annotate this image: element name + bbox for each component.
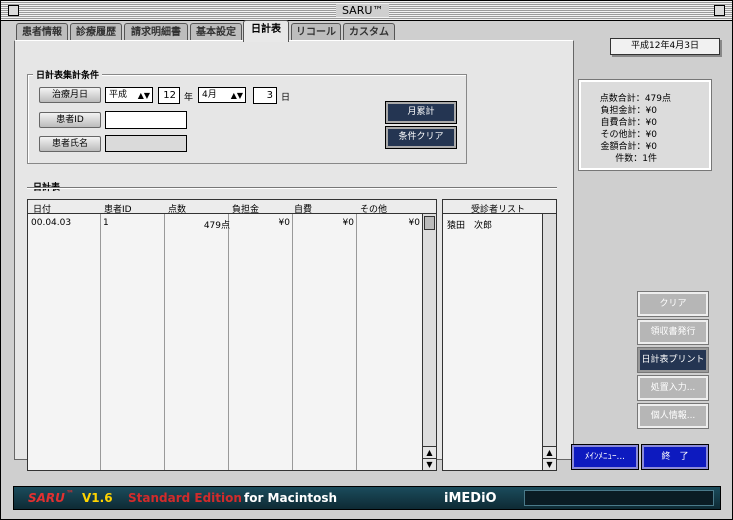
row-self-pay: ¥0 bbox=[342, 218, 354, 228]
tab-basic-settings[interactable]: 基本設定 bbox=[190, 23, 242, 41]
personal-info-button[interactable]: 個人情報... bbox=[637, 403, 709, 429]
tab-custom[interactable]: カスタム bbox=[343, 23, 395, 41]
footer-banner: SARU ™ V1.6 Standard Edition for Macinto… bbox=[13, 486, 721, 510]
scroll-up-icon[interactable]: ▲ bbox=[543, 446, 556, 458]
app-window: SARU™ 患者情報 診療履歴 請求明細書 基本設定 日計表 リコール カスタム… bbox=[0, 0, 733, 520]
row-patient-id: 1 bbox=[103, 218, 109, 228]
tab-patient-info[interactable]: 患者情報 bbox=[16, 23, 68, 41]
summary-panel: 点数合計：479点 負担金計：¥0 自費合計：¥0 その他計：¥0 金額合計：¥… bbox=[578, 79, 712, 171]
clear-conditions-button[interactable]: 条件クリア bbox=[385, 126, 457, 149]
tab-treatment-history[interactable]: 診療履歴 bbox=[70, 23, 122, 41]
updown-arrow-icon: ▲▼ bbox=[230, 91, 243, 100]
platform-text: for Macintosh bbox=[244, 491, 338, 505]
col-header-patient-id: 患者ID bbox=[104, 205, 132, 215]
daily-report-table[interactable]: 日付 患者ID 点数 負担金 自費 その他 00.04.03 1 479点 ¥0… bbox=[27, 199, 437, 471]
patient-name-button[interactable]: 患者氏名 bbox=[39, 136, 101, 152]
list-item[interactable]: 猿田 次郎 bbox=[447, 218, 492, 231]
patient-name-input[interactable] bbox=[105, 135, 187, 152]
patient-list[interactable]: 受診者リスト 猿田 次郎 ▲ ▼ bbox=[442, 199, 557, 471]
version-text: V1.6 bbox=[82, 491, 113, 505]
scroll-down-icon[interactable]: ▼ bbox=[423, 458, 436, 470]
close-box[interactable] bbox=[8, 5, 19, 16]
clear-button[interactable]: クリア bbox=[637, 291, 709, 317]
trademark-mark: ™ bbox=[66, 489, 74, 498]
criteria-group-label: 日計表集計条件 bbox=[33, 68, 103, 81]
col-header-points: 点数 bbox=[168, 205, 187, 215]
patient-list-header: 受診者リスト bbox=[443, 200, 556, 215]
edition-text: Standard Edition bbox=[128, 491, 242, 505]
era-select[interactable]: 平成 ▲▼ bbox=[105, 87, 153, 103]
month-select[interactable]: 4月 ▲▼ bbox=[198, 87, 246, 103]
zoom-box[interactable] bbox=[714, 5, 725, 16]
current-date-button[interactable]: 平成12年4月3日 bbox=[610, 38, 720, 55]
product-logo: SARU bbox=[28, 491, 65, 505]
print-daily-report-button[interactable]: 日計表プリント bbox=[637, 347, 709, 373]
year-field[interactable]: 12 bbox=[158, 87, 180, 104]
table-header: 日付 患者ID 点数 負担金 自費 その他 bbox=[28, 200, 436, 215]
day-field[interactable]: 3 bbox=[253, 87, 277, 104]
brand-logo: iMEDiO bbox=[444, 491, 497, 506]
column-divider bbox=[228, 214, 229, 470]
era-select-value: 平成 bbox=[109, 90, 128, 100]
col-header-self-pay: 自費 bbox=[294, 205, 313, 215]
column-divider bbox=[292, 214, 293, 470]
col-header-date: 日付 bbox=[33, 205, 52, 215]
window-title: SARU™ bbox=[336, 4, 390, 17]
receipt-button[interactable]: 領収書発行 bbox=[637, 319, 709, 345]
tab-daily-report[interactable]: 日計表 bbox=[243, 20, 289, 42]
table-scrollbar[interactable]: ▲ ▼ bbox=[422, 214, 436, 470]
status-slot bbox=[524, 490, 714, 506]
section-divider bbox=[27, 187, 557, 189]
patient-id-input[interactable] bbox=[105, 111, 187, 129]
day-unit-label: 日 bbox=[281, 93, 291, 103]
column-divider bbox=[356, 214, 357, 470]
column-divider bbox=[100, 214, 101, 470]
column-divider bbox=[164, 214, 165, 470]
scroll-up-icon[interactable]: ▲ bbox=[423, 446, 436, 458]
scroll-down-icon[interactable]: ▼ bbox=[543, 458, 556, 470]
patient-list-title: 受診者リスト bbox=[471, 205, 526, 215]
list-scrollbar[interactable]: ▲ ▼ bbox=[542, 214, 556, 470]
row-copay: ¥0 bbox=[278, 218, 290, 228]
title-bar[interactable]: SARU™ bbox=[1, 1, 732, 21]
row-date: 00.04.03 bbox=[31, 218, 72, 228]
month-select-value: 4月 bbox=[202, 90, 217, 100]
main-menu-button[interactable]: ﾒｲﾝﾒﾆｭｰ... bbox=[571, 444, 639, 470]
row-other: ¥0 bbox=[408, 218, 420, 228]
tab-billing-statement[interactable]: 請求明細書 bbox=[124, 23, 188, 41]
scroll-thumb[interactable] bbox=[424, 216, 435, 230]
updown-arrow-icon: ▲▼ bbox=[137, 91, 150, 100]
row-points: 479点 bbox=[203, 221, 230, 231]
summary-count: 件数：1件 bbox=[615, 154, 657, 164]
col-header-copay: 負担金 bbox=[232, 205, 260, 215]
col-header-other: その他 bbox=[360, 205, 388, 215]
year-unit-label: 年 bbox=[184, 93, 194, 103]
quit-button[interactable]: 終 了 bbox=[641, 444, 709, 470]
treatment-date-button[interactable]: 治療月日 bbox=[39, 87, 101, 103]
patient-id-button[interactable]: 患者ID bbox=[39, 112, 101, 128]
monthly-total-button[interactable]: 月累計 bbox=[385, 101, 457, 124]
tab-recall[interactable]: リコール bbox=[291, 23, 341, 41]
procedure-entry-button[interactable]: 処置入力... bbox=[637, 375, 709, 401]
